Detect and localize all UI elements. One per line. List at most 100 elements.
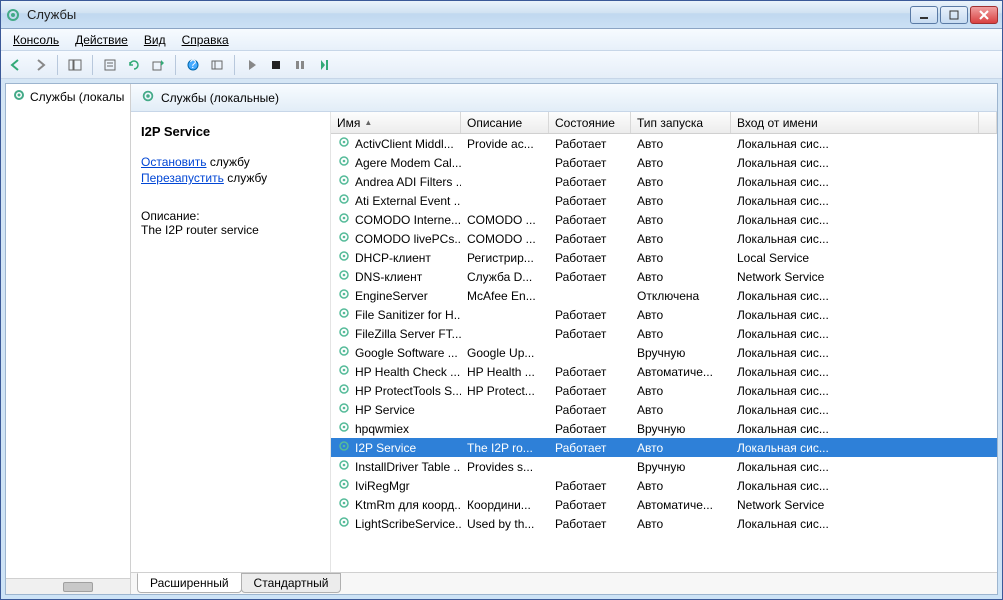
service-state: Работает <box>549 137 631 151</box>
service-row[interactable]: DHCP-клиентРегистрир...РаботаетАвтоLocal… <box>331 248 997 267</box>
restart-service-link[interactable]: Перезапустить <box>141 171 224 185</box>
properties-button[interactable] <box>99 54 121 76</box>
service-row[interactable]: HP ServiceРаботаетАвтоЛокальная сис... <box>331 400 997 419</box>
tab-standard[interactable]: Стандартный <box>241 573 342 593</box>
forward-button[interactable] <box>29 54 51 76</box>
gear-icon <box>337 401 351 418</box>
service-logon: Локальная сис... <box>731 156 997 170</box>
service-state: Работает <box>549 422 631 436</box>
service-row[interactable]: hpqwmiexРаботаетВручнуюЛокальная сис... <box>331 419 997 438</box>
service-row[interactable]: Ati External Event ...РаботаетАвтоЛокаль… <box>331 191 997 210</box>
service-row[interactable]: Google Software ...Google Up...ВручнуюЛо… <box>331 343 997 362</box>
sort-asc-icon: ▲ <box>364 118 372 127</box>
service-description: Provides s... <box>461 460 549 474</box>
tab-extended[interactable]: Расширенный <box>137 573 242 593</box>
options-button[interactable] <box>206 54 228 76</box>
gear-icon <box>337 496 351 513</box>
services-window: Службы Консоль Действие Вид Справка ? <box>0 0 1003 600</box>
menu-action[interactable]: Действие <box>67 31 136 49</box>
service-state: Работает <box>549 384 631 398</box>
service-name: hpqwmiex <box>355 422 409 436</box>
service-row[interactable]: LightScribeService...Used by th...Работа… <box>331 514 997 533</box>
service-row[interactable]: HP ProtectTools S...HP Protect...Работае… <box>331 381 997 400</box>
export-button[interactable] <box>147 54 169 76</box>
help-button[interactable]: ? <box>182 54 204 76</box>
tree-root-item[interactable]: Службы (локалы <box>6 84 130 109</box>
service-startup: Авто <box>631 270 731 284</box>
restart-service-button[interactable] <box>313 54 335 76</box>
service-row[interactable]: EngineServerMcAfee En...ОтключенаЛокальн… <box>331 286 997 305</box>
service-state: Работает <box>549 365 631 379</box>
maximize-button[interactable] <box>940 6 968 24</box>
pause-service-button[interactable] <box>289 54 311 76</box>
service-name: HP ProtectTools S... <box>355 384 461 398</box>
column-name[interactable]: Имя▲ <box>331 112 461 133</box>
titlebar[interactable]: Службы <box>1 1 1002 29</box>
service-logon: Локальная сис... <box>731 308 997 322</box>
services-list: Имя▲ Описание Состояние Тип запуска Вход… <box>331 112 997 572</box>
service-startup: Авто <box>631 517 731 531</box>
mmc-body: Службы (локалы Службы (локальные) I2P Se… <box>5 83 998 595</box>
service-state: Работает <box>549 327 631 341</box>
service-row[interactable]: FileZilla Server FT...РаботаетАвтоЛокаль… <box>331 324 997 343</box>
service-logon: Локальная сис... <box>731 403 997 417</box>
service-logon: Локальная сис... <box>731 441 997 455</box>
service-startup: Вручную <box>631 346 731 360</box>
service-row[interactable]: HP Health Check ...HP Health ...Работает… <box>331 362 997 381</box>
service-row[interactable]: I2P ServiceThe I2P ro...РаботаетАвтоЛока… <box>331 438 997 457</box>
stop-service-link[interactable]: Остановить <box>141 155 207 169</box>
service-name: ActivClient Middl... <box>355 137 454 151</box>
separator-icon <box>234 55 235 75</box>
service-logon: Локальная сис... <box>731 194 997 208</box>
service-row[interactable]: File Sanitizer for H...РаботаетАвтоЛокал… <box>331 305 997 324</box>
gear-icon <box>337 306 351 323</box>
column-state[interactable]: Состояние <box>549 112 631 133</box>
list-body[interactable]: ActivClient Middl...Provide ac...Работае… <box>331 134 997 572</box>
service-row[interactable]: IviRegMgrРаботаетАвтоЛокальная сис... <box>331 476 997 495</box>
gear-icon <box>337 477 351 494</box>
column-description[interactable]: Описание <box>461 112 549 133</box>
service-row[interactable]: COMODO Interne...COMODO ...РаботаетАвтоЛ… <box>331 210 997 229</box>
minimize-button[interactable] <box>910 6 938 24</box>
menu-console[interactable]: Консоль <box>5 31 67 49</box>
service-description: McAfee En... <box>461 289 549 303</box>
service-startup: Авто <box>631 137 731 151</box>
close-button[interactable] <box>970 6 998 24</box>
refresh-button[interactable] <box>123 54 145 76</box>
tree-pane: Службы (локалы <box>6 84 131 594</box>
show-hide-tree-button[interactable] <box>64 54 86 76</box>
service-description: Служба D... <box>461 270 549 284</box>
menu-view[interactable]: Вид <box>136 31 174 49</box>
service-logon: Network Service <box>731 498 997 512</box>
service-logon: Локальная сис... <box>731 517 997 531</box>
start-service-button[interactable] <box>241 54 263 76</box>
service-row[interactable]: KtmRm для коорд...Координи...РаботаетАвт… <box>331 495 997 514</box>
menu-help[interactable]: Справка <box>174 31 237 49</box>
service-state: Работает <box>549 441 631 455</box>
service-state: Работает <box>549 403 631 417</box>
menubar: Консоль Действие Вид Справка <box>1 29 1002 51</box>
column-logon[interactable]: Вход от имени <box>731 112 979 133</box>
column-startup[interactable]: Тип запуска <box>631 112 731 133</box>
service-description: The I2P ro... <box>461 441 549 455</box>
service-startup: Авто <box>631 403 731 417</box>
gear-icon <box>337 249 351 266</box>
service-startup: Автоматиче... <box>631 365 731 379</box>
service-row[interactable]: InstallDriver Table ...Provides s...Вруч… <box>331 457 997 476</box>
selected-service-name: I2P Service <box>141 124 320 139</box>
stop-service-button[interactable] <box>265 54 287 76</box>
service-row[interactable]: ActivClient Middl...Provide ac...Работае… <box>331 134 997 153</box>
service-name: KtmRm для коорд... <box>355 498 461 512</box>
column-scroll-spacer <box>979 112 997 133</box>
service-row[interactable]: COMODO livePCs...COMODO ...РаботаетАвтоЛ… <box>331 229 997 248</box>
service-startup: Авто <box>631 479 731 493</box>
service-startup: Авто <box>631 175 731 189</box>
gear-icon <box>337 344 351 361</box>
back-button[interactable] <box>5 54 27 76</box>
service-row[interactable]: Agere Modem Cal...РаботаетАвтоЛокальная … <box>331 153 997 172</box>
tree-hscrollbar[interactable] <box>6 578 130 594</box>
stop-suffix: службу <box>207 155 250 169</box>
service-row[interactable]: DNS-клиентСлужба D...РаботаетАвтоNetwork… <box>331 267 997 286</box>
content-header-label: Службы (локальные) <box>161 91 279 105</box>
service-row[interactable]: Andrea ADI Filters ...РаботаетАвтоЛокаль… <box>331 172 997 191</box>
